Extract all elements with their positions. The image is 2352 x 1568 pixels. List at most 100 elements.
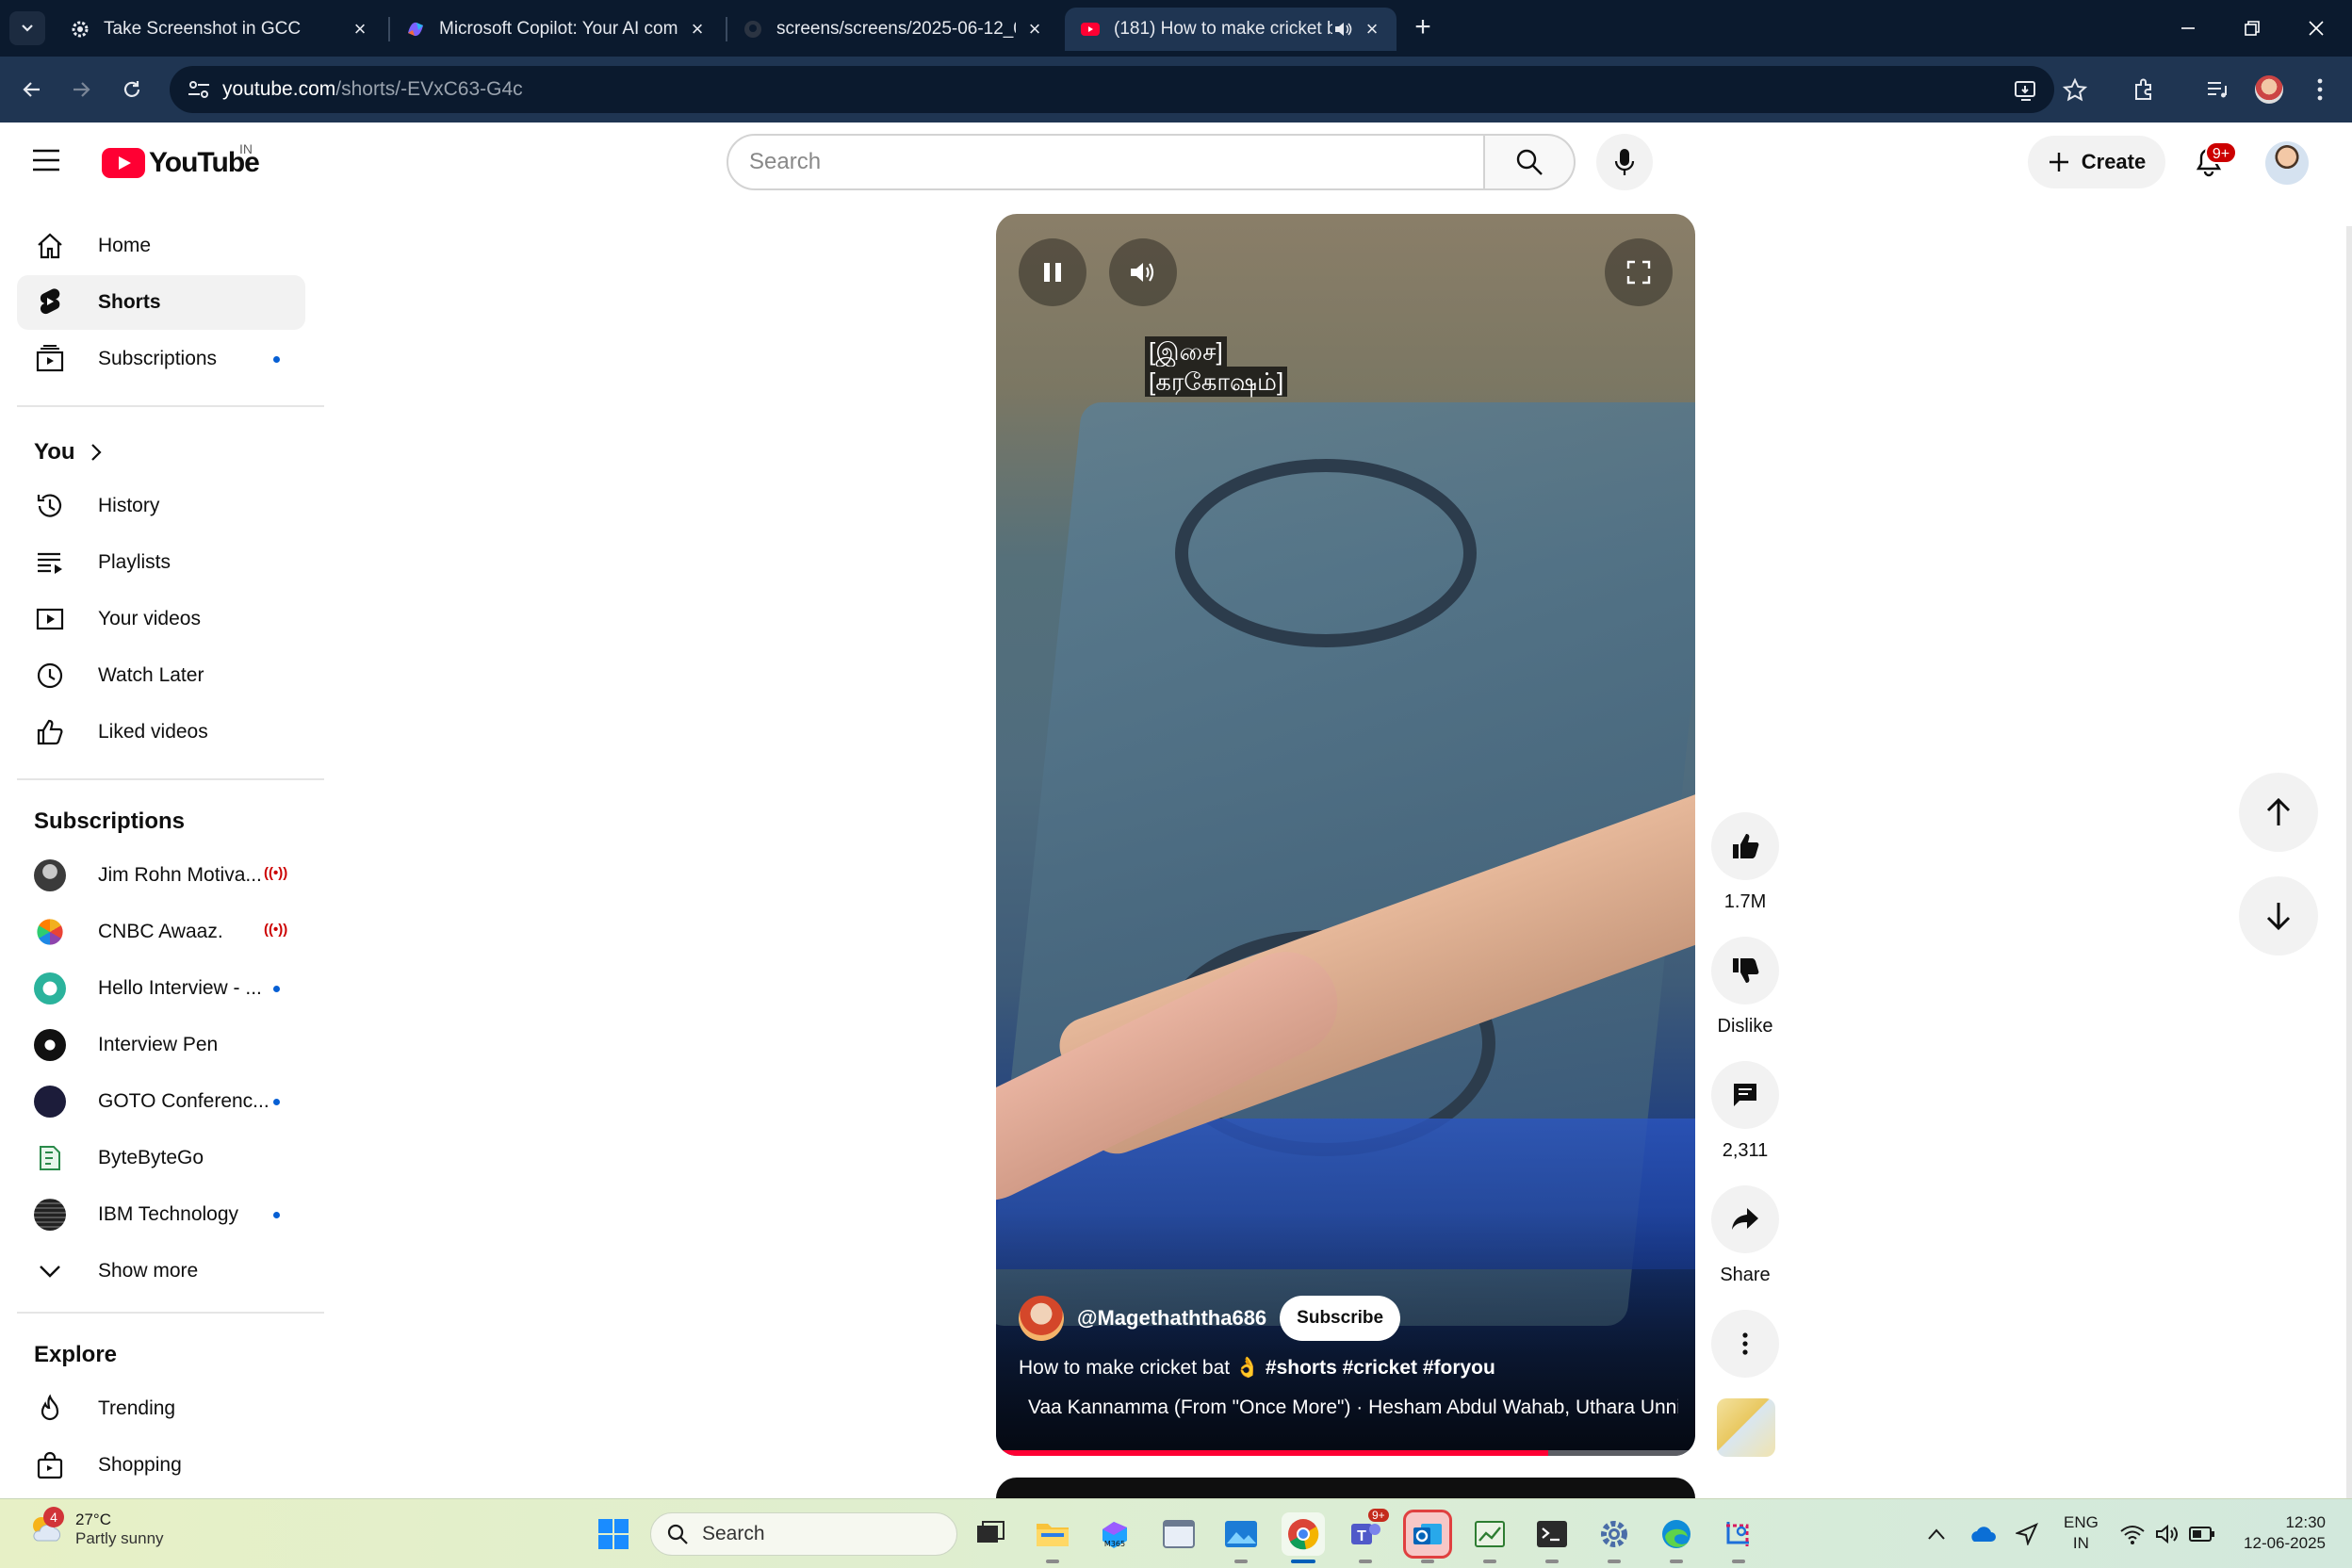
volume-button[interactable] <box>1109 238 1177 306</box>
subscription-channel[interactable]: Interview Pen <box>17 1018 305 1072</box>
sidebar-item-shorts[interactable]: Shorts <box>17 275 305 330</box>
edge-app[interactable] <box>1655 1512 1698 1563</box>
page-scrollbar[interactable] <box>2346 226 2352 1498</box>
reload-button[interactable] <box>113 71 151 108</box>
sidebar-item-history[interactable]: History <box>17 479 305 533</box>
comments-button[interactable] <box>1711 1061 1779 1129</box>
excel-chart-app[interactable] <box>1468 1512 1511 1563</box>
search-field[interactable] <box>727 134 1485 190</box>
close-window-button[interactable] <box>2295 9 2337 47</box>
teams-app[interactable]: T 9+ <box>1344 1509 1389 1563</box>
m365-app[interactable]: M365 <box>1093 1512 1136 1556</box>
create-button[interactable]: Create <box>2028 136 2165 188</box>
shopping-icon <box>34 1449 66 1481</box>
chrome-app[interactable] <box>1282 1512 1325 1563</box>
onedrive-tray-icon[interactable] <box>1968 1520 1996 1548</box>
more-options-button[interactable] <box>1711 1310 1779 1378</box>
taskbar-search[interactable]: Search <box>650 1512 957 1556</box>
sidebar-item-home[interactable]: Home <box>17 219 305 273</box>
video-progress-bar[interactable] <box>996 1450 1695 1456</box>
sidebar-item-shopping[interactable]: Shopping <box>17 1438 305 1493</box>
address-bar[interactable]: youtube.com/shorts/-EVxC63-G4c <box>170 66 2088 113</box>
subscription-channel[interactable]: ByteByteGo <box>17 1131 305 1185</box>
tab-copilot[interactable]: Microsoft Copilot: Your AI comp × <box>390 8 722 51</box>
input-language[interactable]: ENG IN <box>2064 1512 2099 1554</box>
sidebar-item-trending[interactable]: Trending <box>17 1381 305 1436</box>
snipping-tool-app[interactable] <box>1717 1512 1760 1563</box>
like-button[interactable] <box>1711 812 1779 880</box>
sidebar-item-liked-videos[interactable]: Liked videos <box>17 705 305 760</box>
subscription-channel[interactable]: CNBC Awaaz. ((•)) <box>17 905 305 959</box>
pause-button[interactable] <box>1019 238 1086 306</box>
new-tab-button[interactable]: + <box>1408 13 1438 43</box>
subscription-channel[interactable]: GOTO Conferenc... <box>17 1074 305 1129</box>
tab-youtube-active[interactable]: (181) How to make cricket b × <box>1065 8 1396 51</box>
tab-close-icon[interactable]: × <box>1363 19 1381 40</box>
wifi-tray-icon[interactable] <box>2118 1520 2147 1548</box>
previous-short-button[interactable] <box>2239 773 2318 852</box>
next-short-button[interactable] <box>2239 876 2318 956</box>
tab-github-screens[interactable]: screens/screens/2025-06-12_09 × <box>727 8 1059 51</box>
account-avatar[interactable] <box>2265 141 2309 185</box>
profile-button[interactable] <box>2252 73 2286 106</box>
media-controls-button[interactable] <box>2201 73 2235 106</box>
sidebar-item-subscriptions[interactable]: Subscriptions <box>17 332 305 386</box>
install-app-icon[interactable] <box>2013 77 2039 104</box>
show-hidden-icons-button[interactable] <box>1922 1520 1951 1548</box>
tab-close-icon[interactable]: × <box>351 19 369 40</box>
dislike-button[interactable] <box>1711 937 1779 1004</box>
volume-tray-icon[interactable] <box>2154 1520 2182 1548</box>
subscribe-button[interactable]: Subscribe <box>1280 1296 1401 1341</box>
restore-button[interactable] <box>2231 9 2273 47</box>
sidebar-item-your-videos[interactable]: Your videos <box>17 592 305 646</box>
back-button[interactable] <box>13 71 51 108</box>
channel-handle[interactable]: @Magethaththa686 <box>1077 1306 1266 1331</box>
shorts-video-player[interactable]: [இசை] [கரகோஷம்] @Magethaththa686 Subscri… <box>996 214 1695 1456</box>
forward-button[interactable] <box>62 71 100 108</box>
taskbar-clock[interactable]: 12:30 12-06-2025 <box>2231 1512 2326 1554</box>
subscription-channel[interactable]: IBM Technology <box>17 1187 305 1242</box>
search-button[interactable] <box>1485 134 1576 190</box>
minimize-button[interactable] <box>2167 9 2209 47</box>
settings-app[interactable] <box>1592 1512 1636 1563</box>
sidebar-item-playlists[interactable]: Playlists <box>17 535 305 590</box>
youtube-logo[interactable]: YouTube IN <box>102 141 260 179</box>
show-more-label: Show more <box>98 1260 199 1282</box>
tab-take-screenshot[interactable]: Take Screenshot in GCC × <box>55 8 384 51</box>
photos-app[interactable] <box>1219 1512 1263 1563</box>
extensions-button[interactable] <box>2128 73 2162 106</box>
search-input[interactable] <box>749 149 1483 175</box>
short-title[interactable]: How to make cricket bat 👌 #shorts #crick… <box>1019 1357 1495 1380</box>
audio-track-thumbnail[interactable] <box>1717 1398 1775 1457</box>
battery-tray-icon[interactable] <box>2188 1520 2216 1548</box>
fullscreen-button[interactable] <box>1605 238 1673 306</box>
subscription-channel[interactable]: Hello Interview - ... <box>17 961 305 1016</box>
voice-search-button[interactable] <box>1596 134 1653 190</box>
show-more-button[interactable]: Show more <box>17 1244 305 1298</box>
you-section-link[interactable]: You <box>34 439 102 466</box>
share-button[interactable] <box>1711 1185 1779 1253</box>
browser-menu-button[interactable] <box>2303 73 2337 106</box>
short-hashtags[interactable]: #shorts #cricket #foryou <box>1266 1357 1495 1379</box>
subscription-channel[interactable]: Jim Rohn Motiva... ((•)) <box>17 848 305 903</box>
hamburger-menu-icon[interactable] <box>32 149 60 172</box>
file-explorer-app[interactable] <box>1031 1512 1074 1563</box>
short-music[interactable]: Vaa Kannamma (From "Once More") · Hesham… <box>1019 1396 1678 1419</box>
task-view-button[interactable] <box>969 1512 1012 1556</box>
tab-search-button[interactable] <box>9 11 45 45</box>
window-icon <box>1163 1520 1195 1548</box>
wifi-icon <box>2120 1526 2145 1544</box>
start-button[interactable] <box>592 1512 635 1556</box>
channel-avatar[interactable] <box>1019 1296 1064 1341</box>
terminal-app[interactable] <box>1530 1512 1574 1563</box>
bookmark-star-icon[interactable] <box>2062 77 2088 104</box>
tab-close-icon[interactable]: × <box>688 19 707 40</box>
site-info-icon[interactable] <box>187 78 211 101</box>
like-count: 1.7M <box>1723 891 1767 912</box>
tab-close-icon[interactable]: × <box>1025 19 1044 40</box>
tab-audio-icon[interactable] <box>1332 19 1353 40</box>
outlook-app[interactable] <box>1403 1510 1452 1563</box>
location-tray-icon[interactable] <box>2013 1520 2041 1548</box>
sidebar-item-watch-later[interactable]: Watch Later <box>17 648 305 703</box>
window-app[interactable] <box>1157 1512 1200 1556</box>
